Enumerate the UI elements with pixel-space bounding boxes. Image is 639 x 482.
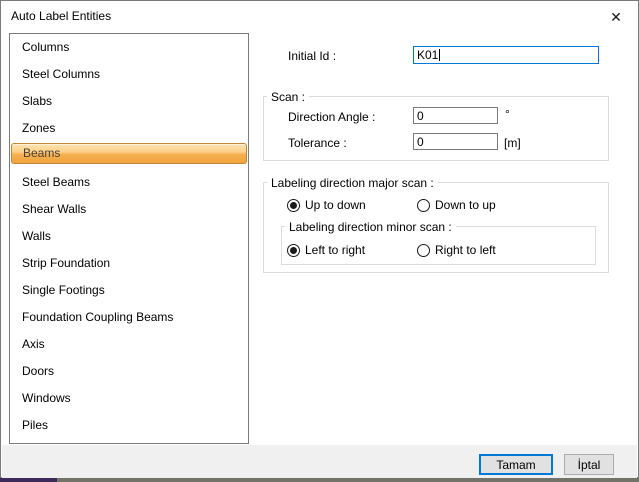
initial-id-input[interactable]: K01 xyxy=(413,46,599,64)
radio-option[interactable]: Up to down xyxy=(287,198,417,212)
initial-id-label: Initial Id : xyxy=(288,49,336,63)
taskbar-strip xyxy=(0,478,639,482)
major-scan-options: Up to down Down to up xyxy=(287,198,496,212)
radio-icon xyxy=(287,199,300,212)
list-item[interactable]: Piles xyxy=(10,412,248,439)
direction-angle-unit: ° xyxy=(505,107,510,121)
radio-option[interactable]: Down to up xyxy=(417,198,496,212)
list-item[interactable]: Zones xyxy=(10,115,248,142)
cancel-button-label: İptal xyxy=(578,458,601,472)
radio-option[interactable]: Right to left xyxy=(417,243,496,257)
list-item[interactable]: Steel Beams xyxy=(10,169,248,196)
list-item[interactable]: Doors xyxy=(10,358,248,385)
radio-label: Right to left xyxy=(435,243,496,257)
list-item[interactable]: Foundation Coupling Beams xyxy=(10,304,248,331)
list-item[interactable]: Slabs xyxy=(10,88,248,115)
dialog-title: Auto Label Entities xyxy=(11,9,111,23)
list-item[interactable]: Strip Foundation xyxy=(10,250,248,277)
list-item[interactable]: Walls xyxy=(10,223,248,250)
close-button[interactable]: ✕ xyxy=(600,5,632,29)
tolerance-label: Tolerance : xyxy=(288,136,347,150)
minor-scan-group-title: Labeling direction minor scan : xyxy=(285,220,456,234)
radio-label: Up to down xyxy=(305,198,366,212)
text-cursor xyxy=(439,49,440,61)
footer-bar: Tamam İptal xyxy=(2,445,637,478)
direction-angle-label: Direction Angle : xyxy=(288,110,375,124)
cancel-button[interactable]: İptal xyxy=(564,454,614,475)
ok-button[interactable]: Tamam xyxy=(479,454,553,475)
list-item[interactable]: Beams xyxy=(11,143,247,164)
list-item[interactable]: Single Footings xyxy=(10,277,248,304)
tolerance-input[interactable]: 0 xyxy=(413,133,498,150)
taskbar-accent-segment xyxy=(0,478,57,482)
tolerance-unit: [m] xyxy=(504,136,521,150)
list-item[interactable]: Axis xyxy=(10,331,248,358)
radio-icon xyxy=(417,199,430,212)
list-item[interactable]: Shear Walls xyxy=(10,196,248,223)
radio-label: Down to up xyxy=(435,198,496,212)
list-item[interactable]: Columns xyxy=(10,34,248,61)
scan-groupbox xyxy=(263,96,609,161)
minor-scan-options: Left to right Right to left xyxy=(287,243,496,257)
initial-id-value: K01 xyxy=(417,48,438,62)
entity-list[interactable]: ColumnsSteel ColumnsSlabsZonesBeams Steel… xyxy=(9,33,249,444)
major-scan-group-title: Labeling direction major scan : xyxy=(267,176,438,190)
direction-angle-value: 0 xyxy=(417,109,424,123)
taskbar-gray-segment xyxy=(57,478,639,482)
scan-group-title: Scan : xyxy=(267,90,309,104)
radio-icon xyxy=(417,244,430,257)
ok-button-label: Tamam xyxy=(496,458,535,472)
auto-label-entities-dialog: Auto Label Entities ✕ ColumnsSteel Colum… xyxy=(0,0,639,478)
tolerance-value: 0 xyxy=(417,135,424,149)
radio-option[interactable]: Left to right xyxy=(287,243,417,257)
list-item[interactable]: Windows xyxy=(10,385,248,412)
close-icon: ✕ xyxy=(610,9,622,26)
list-item[interactable]: Steel Columns xyxy=(10,61,248,88)
radio-label: Left to right xyxy=(305,243,365,257)
radio-icon xyxy=(287,244,300,257)
screen: Auto Label Entities ✕ ColumnsSteel Colum… xyxy=(0,0,639,482)
direction-angle-input[interactable]: 0 xyxy=(413,107,498,124)
